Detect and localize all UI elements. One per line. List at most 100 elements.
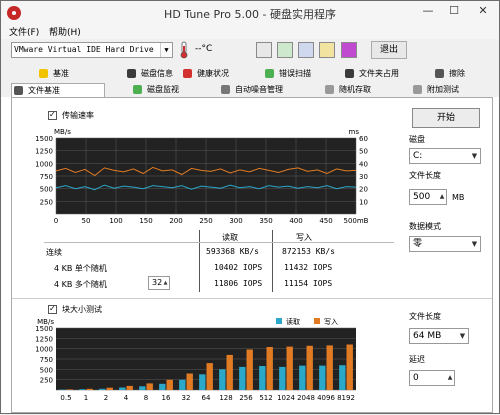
delay-input[interactable]: 0 ▲ (409, 370, 455, 386)
data-pattern-select[interactable]: 零 ▼ (409, 236, 481, 252)
tab-random-access[interactable]: 随机存取 (323, 83, 399, 97)
right-axis-unit: ms (349, 128, 360, 136)
transfer-chart: MB/sms1500125010007505002506050403020100… (14, 126, 394, 242)
tab-aam[interactable]: 自动噪音管理 (219, 83, 319, 97)
tab-benchmark[interactable]: 基准 (37, 67, 107, 81)
bar-write (327, 345, 333, 390)
bar-read (339, 365, 345, 390)
x-tick-label: 500mB (344, 217, 369, 225)
block-file-length-select[interactable]: 64 MB ▼ (409, 328, 469, 344)
chevron-down-icon: ▼ (457, 329, 468, 343)
app-window: HD Tune Pro 5.00 - 硬盘实用程序 — ☐ ✕ 文件(F) 帮助… (0, 0, 500, 414)
menu-help[interactable]: 帮助(H) (49, 25, 81, 38)
x-tick-label: 512 (259, 394, 272, 402)
drive-select-value: VMware Virtual IDE Hard Drive (42 (14, 45, 173, 54)
x-tick-label: 16 (162, 394, 171, 402)
bar-read (159, 384, 165, 390)
tab-error-scan[interactable]: 错误扫描 (263, 67, 333, 81)
left-axis-unit: MB/s (54, 128, 71, 136)
data-pattern-label: 数据模式 (409, 221, 441, 232)
bar-read (279, 367, 285, 390)
bar-write (187, 374, 193, 391)
x-tick-label: 4096 (317, 394, 335, 402)
delay-label: 延迟 (409, 354, 425, 365)
multi-random-read-value: 11806 IOPS (214, 279, 262, 288)
thermometer-icon (179, 41, 189, 59)
bar-write (227, 355, 233, 390)
extra-tests-icon (413, 85, 422, 94)
bar-write (207, 363, 213, 390)
tab-extra-tests[interactable]: 附加测试 (411, 83, 489, 97)
block-size-checkbox[interactable] (48, 305, 57, 314)
bar-read (99, 389, 105, 390)
drive-select[interactable]: VMware Virtual IDE Hard Drive (42 ▼ (11, 42, 173, 58)
chevron-down-icon: ▼ (469, 149, 480, 163)
spinner-arrows-icon: ▲ (162, 277, 169, 289)
bar-read (179, 380, 185, 390)
tab-file-benchmark[interactable]: 文件基准 (11, 83, 105, 97)
legend-write-swatch (314, 318, 320, 324)
tab-health[interactable]: 健康状况 (181, 67, 251, 81)
paste-icon[interactable] (277, 42, 293, 58)
tab-disk-monitor[interactable]: 磁盘监视 (131, 83, 201, 97)
disk-label: 磁盘 (409, 134, 425, 145)
maximize-button[interactable]: ☐ (441, 2, 467, 20)
queue-depth-spinner[interactable]: 32 ▲ (148, 276, 170, 290)
bar-write (347, 345, 353, 391)
options-icon[interactable] (319, 42, 335, 58)
stats-divider (199, 230, 200, 292)
exit-button[interactable]: 退出 (371, 41, 407, 59)
transfer-rate-checkbox[interactable] (48, 111, 57, 120)
close-button[interactable]: ✕ (467, 2, 499, 20)
bar-write (267, 347, 273, 390)
random-access-icon (325, 85, 334, 94)
block-file-length-value: 64 MB (413, 331, 441, 341)
block-size-chart-svg: MB/s读取写入1500125010007505002500.512481632… (14, 316, 394, 412)
y-tick-label: 1500 (35, 135, 53, 143)
disk-select-value: C: (413, 151, 422, 161)
y-tick-label: 1500 (35, 325, 53, 333)
benchmark-icon (39, 69, 48, 78)
tab-strip: 基准 磁盘信息 健康状况 错误扫描 文件夹占用 擦除 文件基准 磁盘监视 自动噪… (1, 61, 499, 97)
x-tick-label: 2048 (297, 394, 315, 402)
bar-write (107, 388, 113, 390)
x-tick-label: 150 (139, 217, 152, 225)
bar-read (259, 366, 265, 390)
chevron-down-icon: ▼ (469, 237, 480, 251)
x-tick-label: 450 (319, 217, 332, 225)
x-tick-label: 0 (54, 217, 58, 225)
sequential-read-value: 593368 KB/s (206, 247, 259, 256)
single-random-write-value: 11432 IOPS (284, 263, 332, 272)
y-tick-label: 1000 (35, 346, 53, 354)
queue-depth-value: 32 (152, 278, 162, 287)
x-tick-label: 8192 (337, 394, 355, 402)
bar-write (127, 386, 133, 390)
x-tick-label: 2 (104, 394, 108, 402)
x-tick-label: 32 (182, 394, 191, 402)
bar-write (287, 347, 293, 390)
x-tick-label: 1024 (277, 394, 295, 402)
start-button[interactable]: 开始 (412, 108, 480, 128)
folder-usage-icon (345, 69, 354, 78)
y-tick-label: 250 (40, 198, 53, 206)
minimize-button[interactable]: — (415, 2, 441, 20)
title-bar: HD Tune Pro 5.00 - 硬盘实用程序 — ☐ ✕ (1, 1, 499, 25)
error-scan-icon (265, 69, 274, 78)
stats-row-label: 4 KB 单个随机 (54, 263, 107, 274)
y-tick-label-right: 20 (359, 186, 368, 194)
chevron-down-icon: ▼ (160, 43, 172, 57)
y-tick-label: 750 (40, 173, 53, 181)
bar-write (67, 389, 73, 390)
disk-select[interactable]: C: ▼ (409, 148, 481, 164)
copy-icon[interactable] (256, 42, 272, 58)
stats-header-line (44, 242, 394, 243)
y-tick-label-right: 30 (359, 173, 368, 181)
menu-file[interactable]: 文件(F) (9, 25, 39, 38)
y-tick-label: 500 (40, 186, 53, 194)
tab-erase[interactable]: 擦除 (433, 67, 489, 81)
download-icon[interactable] (341, 42, 357, 58)
tab-folder-usage[interactable]: 文件夹占用 (343, 67, 423, 81)
x-tick-label: 256 (239, 394, 253, 402)
save-icon[interactable] (298, 42, 314, 58)
file-length-input[interactable]: 500 ▲ (409, 189, 447, 205)
